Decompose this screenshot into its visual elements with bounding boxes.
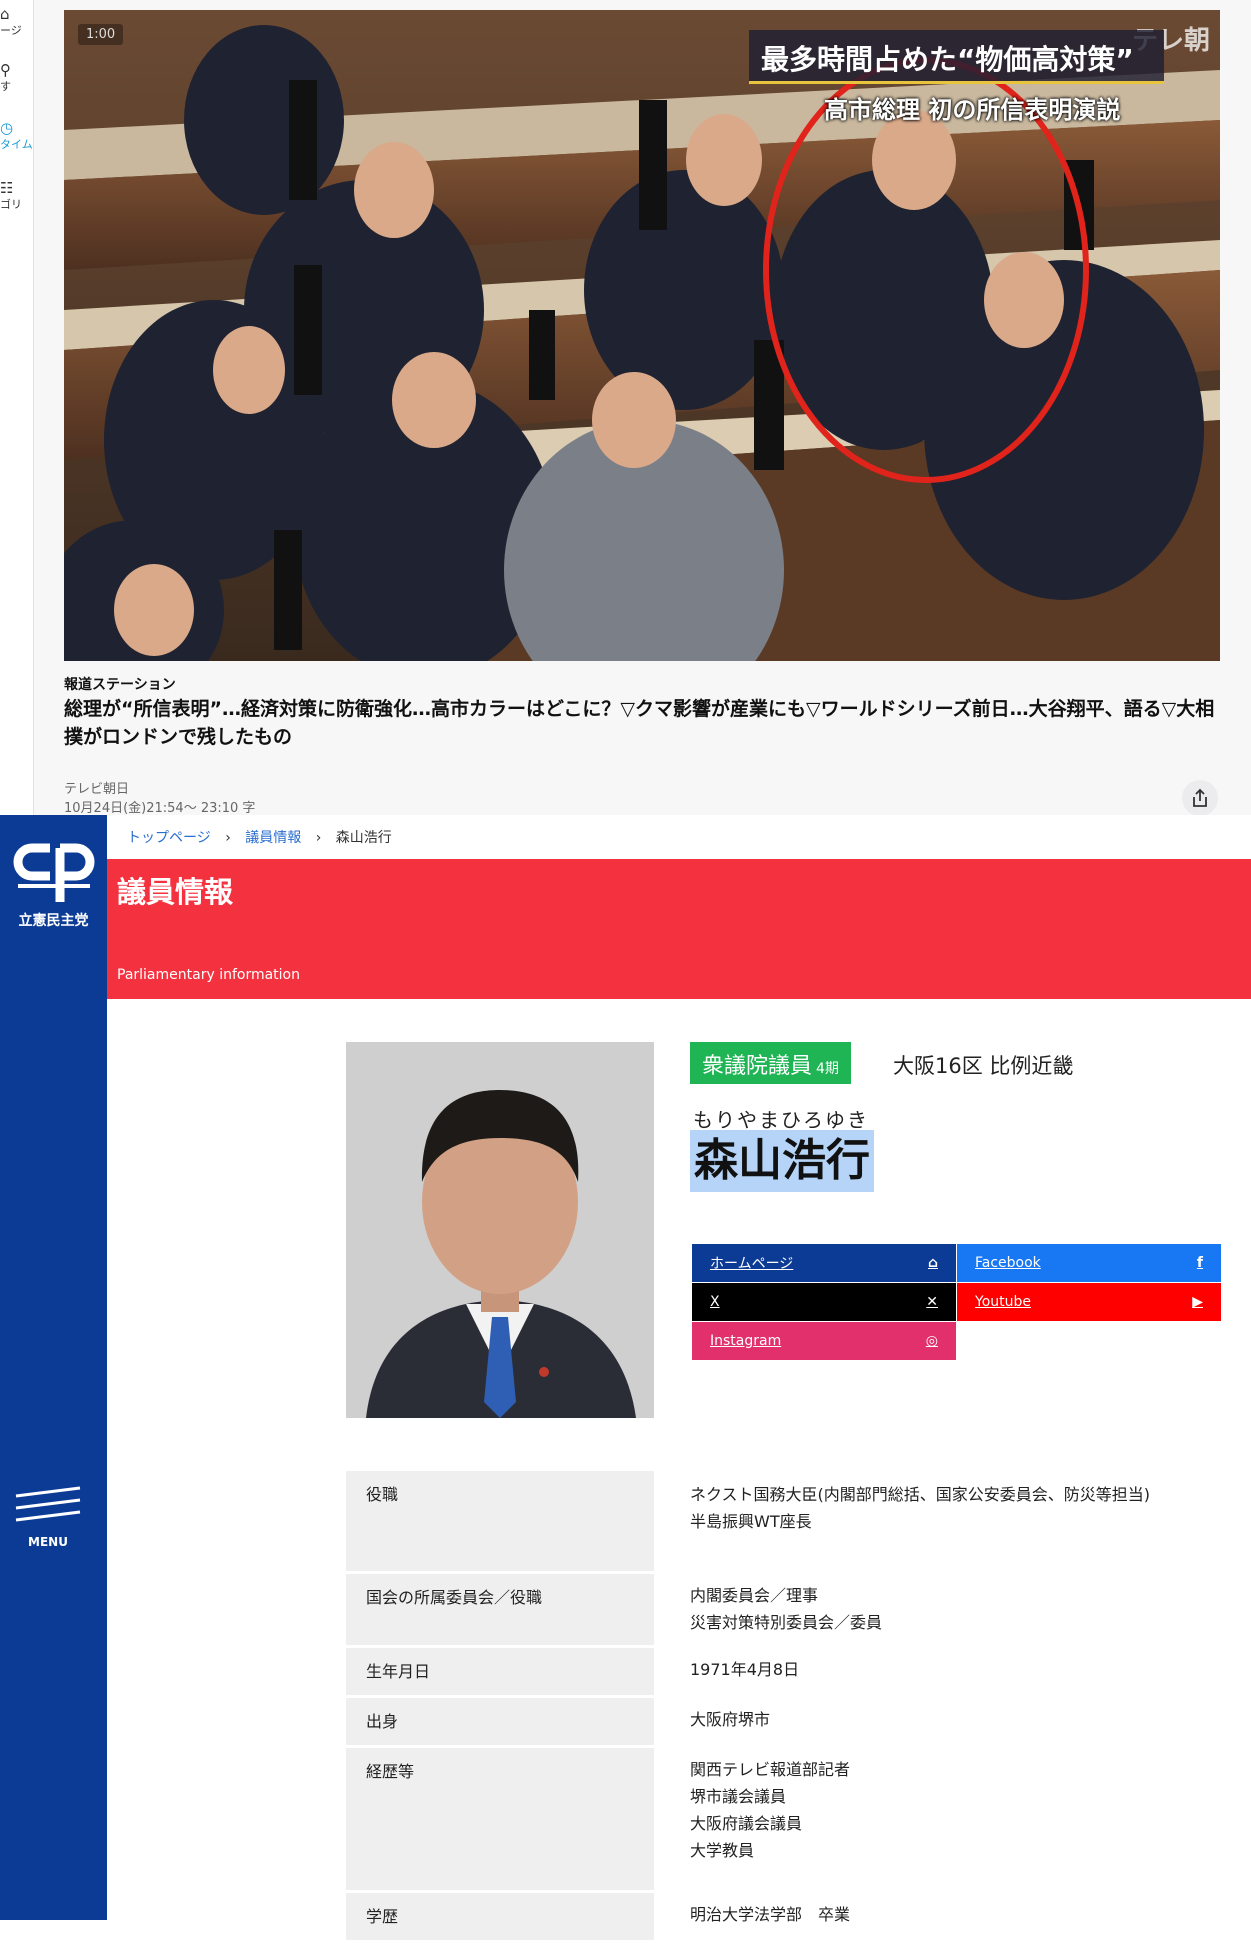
menu-label: MENU xyxy=(28,1535,68,1549)
tv-program-page: ⌂ ージ ⚲ す ◷ タイム ☷ ゴリ 1:00 テレ朝 最多時間占めた“物価高… xyxy=(0,0,1251,816)
homepage-link-button[interactable]: ホームページ ⌂ xyxy=(692,1244,956,1282)
breadcrumb-current: 森山浩行 xyxy=(335,830,392,846)
page-hero: 議員情報 Parliamentary information xyxy=(107,859,1251,999)
share-icon xyxy=(1193,788,1207,807)
page-subtitle: Parliamentary information xyxy=(117,967,300,983)
house-label: 衆議院議員 xyxy=(702,1054,813,1079)
profile-value-line: 内閣委員会／理事 xyxy=(690,1586,819,1605)
page-title: 議員情報 xyxy=(117,875,234,909)
youtube-link-button[interactable]: Youtube ▶ xyxy=(957,1283,1221,1321)
broadcaster: テレビ朝日 xyxy=(64,782,130,797)
profile-value-line: 大阪府堺市 xyxy=(690,1710,771,1729)
breadcrumb-home-link[interactable]: トップページ xyxy=(127,830,211,846)
clock-icon: ◷ xyxy=(0,119,14,137)
sidebar-item-timetable[interactable]: ◷ タイム xyxy=(0,120,34,152)
facebook-icon: f xyxy=(1196,1255,1203,1271)
cdp-sidebar: 立憲民主党 MENU xyxy=(0,815,107,1920)
member-portrait xyxy=(346,1042,654,1418)
sidebar-item-label: す xyxy=(0,80,11,93)
profile-label: 経歴等 xyxy=(346,1746,654,1893)
share-button[interactable] xyxy=(1182,780,1218,816)
profile-value: ネクスト国務大臣(内閣部門総括、国家公安委員会、防災等担当) 半島振興WT座長 xyxy=(654,1471,1226,1572)
party-name: 立憲民主党 xyxy=(18,913,89,929)
x-icon: ✕ xyxy=(926,1294,938,1310)
house-badge: 衆議院議員 4期 xyxy=(690,1042,851,1084)
profile-value-line: 災害対策特別委員会／委員 xyxy=(690,1613,883,1632)
menu-icon xyxy=(15,1486,81,1522)
profile-value-line: 半島振興WT座長 xyxy=(690,1512,812,1531)
profile-value-line: 大阪府議会議員 xyxy=(690,1814,803,1833)
member-kana: もりやまひろゆき xyxy=(693,1108,869,1132)
chevron-right-icon: › xyxy=(225,830,231,846)
profile-value: 大阪府堺市 xyxy=(654,1696,1226,1746)
profile-label: 学歴 xyxy=(346,1891,654,1943)
instagram-icon: ◎ xyxy=(925,1333,938,1349)
profile-table: 役職 ネクスト国務大臣(内閣部門総括、国家公安委員会、防災等担当) 半島振興WT… xyxy=(346,1471,1226,1943)
breadcrumb-members-link[interactable]: 議員情報 xyxy=(245,830,301,846)
airtime: 10月24日(金)21:54〜 23:10 字 xyxy=(64,801,256,816)
table-row: 国会の所属委員会／役職 内閣委員会／理事 災害対策特別委員会／委員 xyxy=(346,1572,1226,1648)
homepage-link-label: ホームページ xyxy=(710,1256,794,1272)
category-icon: ☷ xyxy=(0,179,14,197)
table-row: 学歴 明治大学法学部 卒業 xyxy=(346,1891,1226,1943)
profile-label: 生年月日 xyxy=(346,1646,654,1698)
table-row: 経歴等 関西テレビ報道部記者 堺市議会議員 大阪府議会議員 大学教員 xyxy=(346,1746,1226,1893)
program-title: 報道ステーション xyxy=(64,677,176,693)
table-row: 出身 大阪府堺市 xyxy=(346,1696,1226,1748)
profile-value: 1971年4月8日 xyxy=(654,1646,1226,1696)
term-label: 4期 xyxy=(816,1061,839,1077)
sidebar-item-label: ゴリ xyxy=(0,198,22,211)
district-label: 大阪16区 比例近畿 xyxy=(893,1054,1074,1078)
profile-value-line: 1971年4月8日 xyxy=(690,1660,800,1679)
sidebar-item-label: ージ xyxy=(0,24,22,37)
tv-sidebar: ⌂ ージ ⚲ す ◷ タイム ☷ ゴリ xyxy=(0,0,34,815)
x-link-label: X xyxy=(710,1294,720,1310)
profile-value-line: 大学教員 xyxy=(690,1841,755,1860)
cdp-member-page: 立憲民主党 MENU トップページ › 議員情報 › 森山浩行 議員情報 Par… xyxy=(0,815,1251,1943)
instagram-link-button[interactable]: Instagram ◎ xyxy=(692,1322,956,1360)
facebook-link-label: Facebook xyxy=(975,1255,1041,1271)
facebook-link-button[interactable]: Facebook f xyxy=(957,1244,1221,1282)
member-name: 森山浩行 xyxy=(690,1130,874,1192)
profile-label: 国会の所属委員会／役職 xyxy=(346,1572,654,1648)
youtube-link-label: Youtube xyxy=(975,1294,1031,1310)
profile-value: 内閣委員会／理事 災害対策特別委員会／委員 xyxy=(654,1572,1226,1646)
home-icon: ⌂ xyxy=(927,1255,938,1271)
video-caption-sub: 高市総理 初の所信表明演説 xyxy=(824,96,1121,124)
table-row: 生年月日 1971年4月8日 xyxy=(346,1646,1226,1698)
profile-label: 役職 xyxy=(346,1471,654,1574)
chevron-right-icon: › xyxy=(315,830,322,846)
profile-label-text: 国会の所属委員会／役職 xyxy=(366,1587,543,1607)
profile-label: 出身 xyxy=(346,1696,654,1748)
sidebar-item-category[interactable]: ☷ ゴリ xyxy=(0,180,34,212)
profile-value-line: 堺市議会議員 xyxy=(690,1787,787,1806)
video-player[interactable]: 1:00 テレ朝 最多時間占めた“物価高対策” 高市総理 初の所信表明演説 xyxy=(64,10,1220,661)
instagram-link-label: Instagram xyxy=(710,1333,782,1349)
profile-value-line: 明治大学法学部 卒業 xyxy=(690,1905,851,1924)
profile-value-line: 関西テレビ報道部記者 xyxy=(690,1760,851,1779)
home-icon: ⌂ xyxy=(0,5,10,23)
profile-value: 関西テレビ報道部記者 堺市議会議員 大阪府議会議員 大学教員 xyxy=(654,1746,1226,1891)
profile-value: 明治大学法学部 卒業 xyxy=(654,1891,1226,1941)
search-icon: ⚲ xyxy=(0,61,11,79)
x-link-button[interactable]: X ✕ xyxy=(692,1283,956,1321)
profile-value-line: ネクスト国務大臣(内閣部門総括、国家公安委員会、防災等担当) xyxy=(690,1485,1151,1504)
youtube-icon: ▶ xyxy=(1192,1294,1203,1310)
video-timestamp: 1:00 xyxy=(78,24,124,45)
video-caption-main: 最多時間占めた“物価高対策” xyxy=(749,30,1164,84)
sidebar-item-label: タイム xyxy=(0,138,33,151)
sidebar-item-search[interactable]: ⚲ す xyxy=(0,62,34,94)
sidebar-item-home[interactable]: ⌂ ージ xyxy=(0,6,34,38)
breadcrumb: トップページ › 議員情報 › 森山浩行 xyxy=(127,827,392,847)
program-headline: 総理が“所信表明”…経済対策に防衛強化…高市カラーはどこに？▽クマ影響が産業にも… xyxy=(64,698,1215,748)
table-row: 役職 ネクスト国務大臣(内閣部門総括、国家公安委員会、防災等担当) 半島振興WT… xyxy=(346,1471,1226,1574)
